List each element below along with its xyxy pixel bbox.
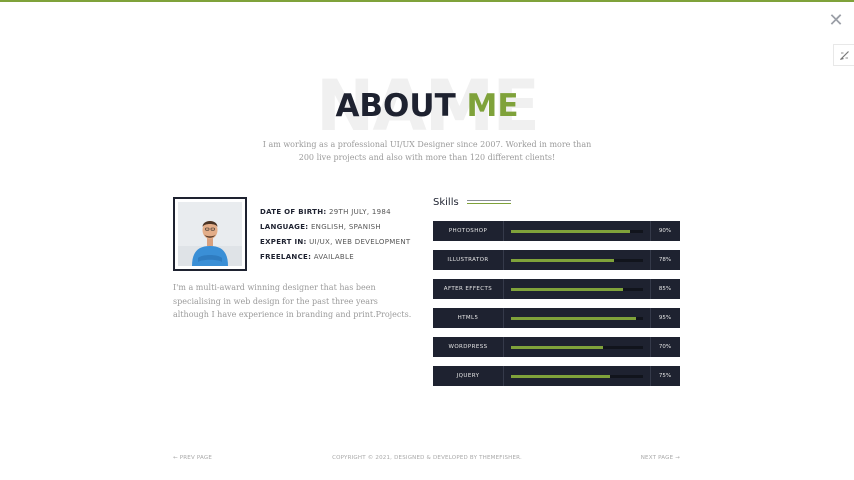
skill-row: ILLUSTRATOR 78% bbox=[433, 250, 680, 270]
skill-progress-track bbox=[511, 229, 643, 233]
fact-expert-in: EXPERT IN: UI/UX, WEB DEVELOPMENT bbox=[260, 238, 411, 246]
skill-progress-track bbox=[511, 287, 643, 291]
skill-progress-track bbox=[511, 374, 643, 378]
fact-freelance: FREELANCE: AVAILABLE bbox=[260, 253, 354, 261]
skill-name: JQUERY bbox=[456, 373, 480, 379]
skill-row: AFTER EFFECTS 85% bbox=[433, 279, 680, 299]
page-title: ABOUT ME bbox=[0, 86, 854, 126]
skill-progress-fill bbox=[511, 345, 604, 349]
skill-percent: 90% bbox=[658, 228, 672, 234]
skill-row: JQUERY 75% bbox=[433, 366, 680, 386]
fact-date-of-birth: DATE OF BIRTH: 29TH JULY, 1984 bbox=[260, 208, 391, 216]
title-accent: ME bbox=[466, 88, 519, 124]
skill-row: WORDPRESS 70% bbox=[433, 337, 680, 357]
next-page-link[interactable]: NEXT PAGE → bbox=[641, 455, 680, 461]
skill-separator bbox=[503, 250, 504, 270]
skill-separator bbox=[503, 337, 504, 357]
skill-name: AFTER EFFECTS bbox=[443, 286, 493, 292]
close-icon[interactable]: ✕ bbox=[827, 12, 845, 30]
skill-separator bbox=[503, 279, 504, 299]
skill-separator bbox=[503, 366, 504, 386]
skill-progress-track bbox=[511, 316, 643, 320]
paint-brush-icon[interactable] bbox=[833, 44, 854, 66]
skill-progress-fill bbox=[511, 258, 614, 262]
profile-photo-illustration bbox=[178, 202, 242, 266]
skill-progress-fill bbox=[511, 287, 624, 291]
skill-progress-track bbox=[511, 345, 643, 349]
intro-text: I am working as a professional UI/UX Des… bbox=[262, 140, 592, 162]
skill-percent: 95% bbox=[658, 315, 672, 321]
skill-name: PHOTOSHOP bbox=[448, 228, 488, 234]
skill-progress-track bbox=[511, 258, 643, 262]
fact-language: LANGUAGE: ENGLISH, SPANISH bbox=[260, 223, 381, 231]
skill-name: HTML5 bbox=[457, 315, 479, 321]
skill-separator bbox=[503, 308, 504, 328]
title-main: ABOUT bbox=[335, 88, 456, 124]
bio-text: I'm a multi-award winning designer that … bbox=[173, 283, 412, 319]
skill-separator bbox=[503, 221, 504, 241]
profile-photo bbox=[173, 197, 247, 271]
skills-divider bbox=[466, 200, 511, 205]
skill-percent: 78% bbox=[658, 257, 672, 263]
copyright-text: COPYRIGHT © 2021, DESIGNED & DEVELOPED B… bbox=[332, 455, 522, 461]
skills-title: Skills bbox=[433, 197, 459, 208]
skill-row: HTML5 95% bbox=[433, 308, 680, 328]
skill-progress-fill bbox=[511, 229, 630, 233]
skill-percent: 75% bbox=[658, 373, 672, 379]
skill-name: WORDPRESS bbox=[448, 344, 488, 350]
skill-progress-fill bbox=[511, 316, 637, 320]
skills-heading: Skills bbox=[433, 197, 511, 208]
skill-percent: 85% bbox=[658, 286, 672, 292]
top-accent-line bbox=[0, 0, 854, 2]
skill-percent: 70% bbox=[658, 344, 672, 350]
profile-facts: DATE OF BIRTH: 29TH JULY, 1984 LANGUAGE:… bbox=[260, 205, 420, 265]
skill-name: ILLUSTRATOR bbox=[447, 257, 489, 263]
skill-row: PHOTOSHOP 90% bbox=[433, 221, 680, 241]
skill-progress-fill bbox=[511, 374, 610, 378]
